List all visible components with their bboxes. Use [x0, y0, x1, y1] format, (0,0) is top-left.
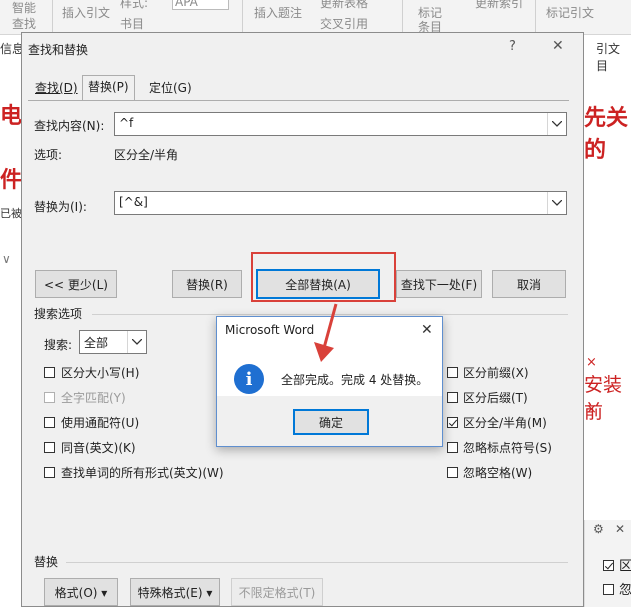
- tab-replace[interactable]: 替换(P): [82, 75, 135, 100]
- word-ribbon: 智能 查找 插入引文 样式: APA 书目 插入题注 更新表格 交叉引用 标记 …: [0, 0, 631, 35]
- match-prefix-label: 区分前缀(X): [463, 366, 529, 380]
- width-sensitive-label: 区分全/半角(M): [463, 416, 547, 430]
- pane-checkbox[interactable]: [603, 584, 614, 595]
- less-button[interactable]: << 更少(L): [35, 270, 117, 298]
- info-icon: i: [234, 364, 264, 394]
- bg-fragment: ×: [586, 402, 597, 417]
- wildcards-checkbox[interactable]: [44, 417, 55, 428]
- annotation-arrow-icon: [314, 303, 338, 362]
- ignore-space-checkbox[interactable]: [447, 467, 458, 478]
- replace-section-title: 替换: [34, 555, 59, 569]
- ignore-punct-label: 忽略标点符号(S): [463, 441, 552, 455]
- pane-label: 区: [619, 559, 631, 574]
- ignore-punct-checkbox[interactable]: [447, 442, 458, 453]
- replace-button[interactable]: 替换(R): [172, 270, 242, 298]
- pane-close-icon[interactable]: ✕: [615, 522, 625, 536]
- pane-checkbox[interactable]: [603, 560, 614, 571]
- ignore-space-label: 忽略空格(W): [463, 466, 533, 480]
- help-icon[interactable]: ?: [509, 39, 516, 54]
- whole-word-label: 全字匹配(Y): [61, 391, 126, 405]
- close-icon[interactable]: ✕: [552, 38, 564, 54]
- chevron-down-icon[interactable]: [127, 331, 146, 353]
- sounds-like-checkbox[interactable]: [44, 442, 55, 453]
- width-sensitive-checkbox[interactable]: [447, 417, 458, 428]
- whole-word-checkbox[interactable]: [44, 392, 55, 403]
- cancel-button[interactable]: 取消: [492, 270, 566, 298]
- word-forms-checkbox[interactable]: [44, 467, 55, 478]
- bg-fragment: 先关的: [584, 106, 629, 163]
- dialog-title: 查找和替换: [28, 43, 89, 57]
- ribbon-smart-lookup-line2[interactable]: 查找: [12, 15, 36, 32]
- ribbon-mark-citation[interactable]: 标记引文: [546, 4, 594, 21]
- replace-all-button[interactable]: 全部替换(A): [256, 269, 380, 299]
- bg-fragment: ×: [586, 355, 597, 370]
- bg-chevron-icon: ∨: [2, 252, 11, 266]
- pane-settings-icon[interactable]: ⚙: [593, 522, 604, 536]
- tab-find[interactable]: 查找(D): [30, 77, 83, 99]
- find-label: 查找内容(N):: [34, 119, 105, 133]
- bg-fragment: 电: [0, 104, 23, 129]
- tab-goto[interactable]: 定位(G): [144, 77, 197, 99]
- special-button[interactable]: 特殊格式(E) ▾: [130, 578, 220, 606]
- match-suffix-checkbox[interactable]: [447, 392, 458, 403]
- bg-side-pane: ⚙ ✕ 区 忽: [584, 520, 631, 607]
- ribbon-cross-reference[interactable]: 交叉引用: [320, 15, 368, 32]
- no-formatting-button[interactable]: 不限定格式(T): [231, 578, 323, 606]
- match-case-label: 区分大小写(H): [61, 366, 140, 380]
- search-direction-value: 全部: [84, 336, 109, 350]
- find-input[interactable]: ^f: [114, 112, 567, 136]
- bg-fragment: 件: [0, 168, 23, 193]
- format-button[interactable]: 格式(O) ▾: [44, 578, 118, 606]
- options-value: 区分全/半角: [114, 148, 179, 162]
- find-value: ^f: [119, 116, 134, 130]
- ribbon-update-index[interactable]: 更新索引: [475, 0, 523, 11]
- ribbon-insert-caption[interactable]: 插入题注: [254, 4, 302, 21]
- ribbon-bibliography[interactable]: 书目: [120, 15, 144, 32]
- chevron-down-icon[interactable]: [547, 192, 566, 214]
- search-options-title: 搜索选项: [34, 307, 83, 321]
- match-case-checkbox[interactable]: [44, 367, 55, 378]
- match-prefix-checkbox[interactable]: [447, 367, 458, 378]
- ribbon-style-label: 样式:: [120, 0, 149, 10]
- close-icon[interactable]: ✕: [421, 322, 433, 338]
- replace-value: [^&]: [119, 195, 148, 209]
- ribbon-update-table[interactable]: 更新表格: [320, 0, 368, 11]
- ribbon-insert-citation[interactable]: 插入引文: [62, 4, 110, 21]
- message-text: 全部完成。完成 4 处替换。: [281, 373, 429, 387]
- replace-input[interactable]: [^&]: [114, 191, 567, 215]
- match-suffix-label: 区分后缀(T): [463, 391, 528, 405]
- options-label: 选项:: [34, 148, 63, 162]
- ribbon-smart-lookup-line1[interactable]: 智能: [12, 0, 36, 16]
- word-forms-label: 查找单词的所有形式(英文)(W): [61, 466, 224, 480]
- ribbon-style-select[interactable]: APA: [172, 0, 229, 10]
- wildcards-label: 使用通配符(U): [61, 416, 140, 430]
- find-next-button[interactable]: 查找下一处(F): [396, 270, 482, 298]
- ok-button[interactable]: 确定: [293, 409, 369, 435]
- bg-fragment: 引文目: [596, 42, 621, 73]
- replace-label: 替换为(I):: [34, 200, 87, 214]
- search-label: 搜索:: [44, 338, 73, 352]
- sounds-like-label: 同音(英文)(K): [61, 441, 136, 455]
- search-direction-select[interactable]: 全部: [79, 330, 147, 354]
- chevron-down-icon[interactable]: [547, 113, 566, 135]
- bg-fragment: 已被: [0, 207, 22, 220]
- pane-label: 忽: [619, 583, 631, 598]
